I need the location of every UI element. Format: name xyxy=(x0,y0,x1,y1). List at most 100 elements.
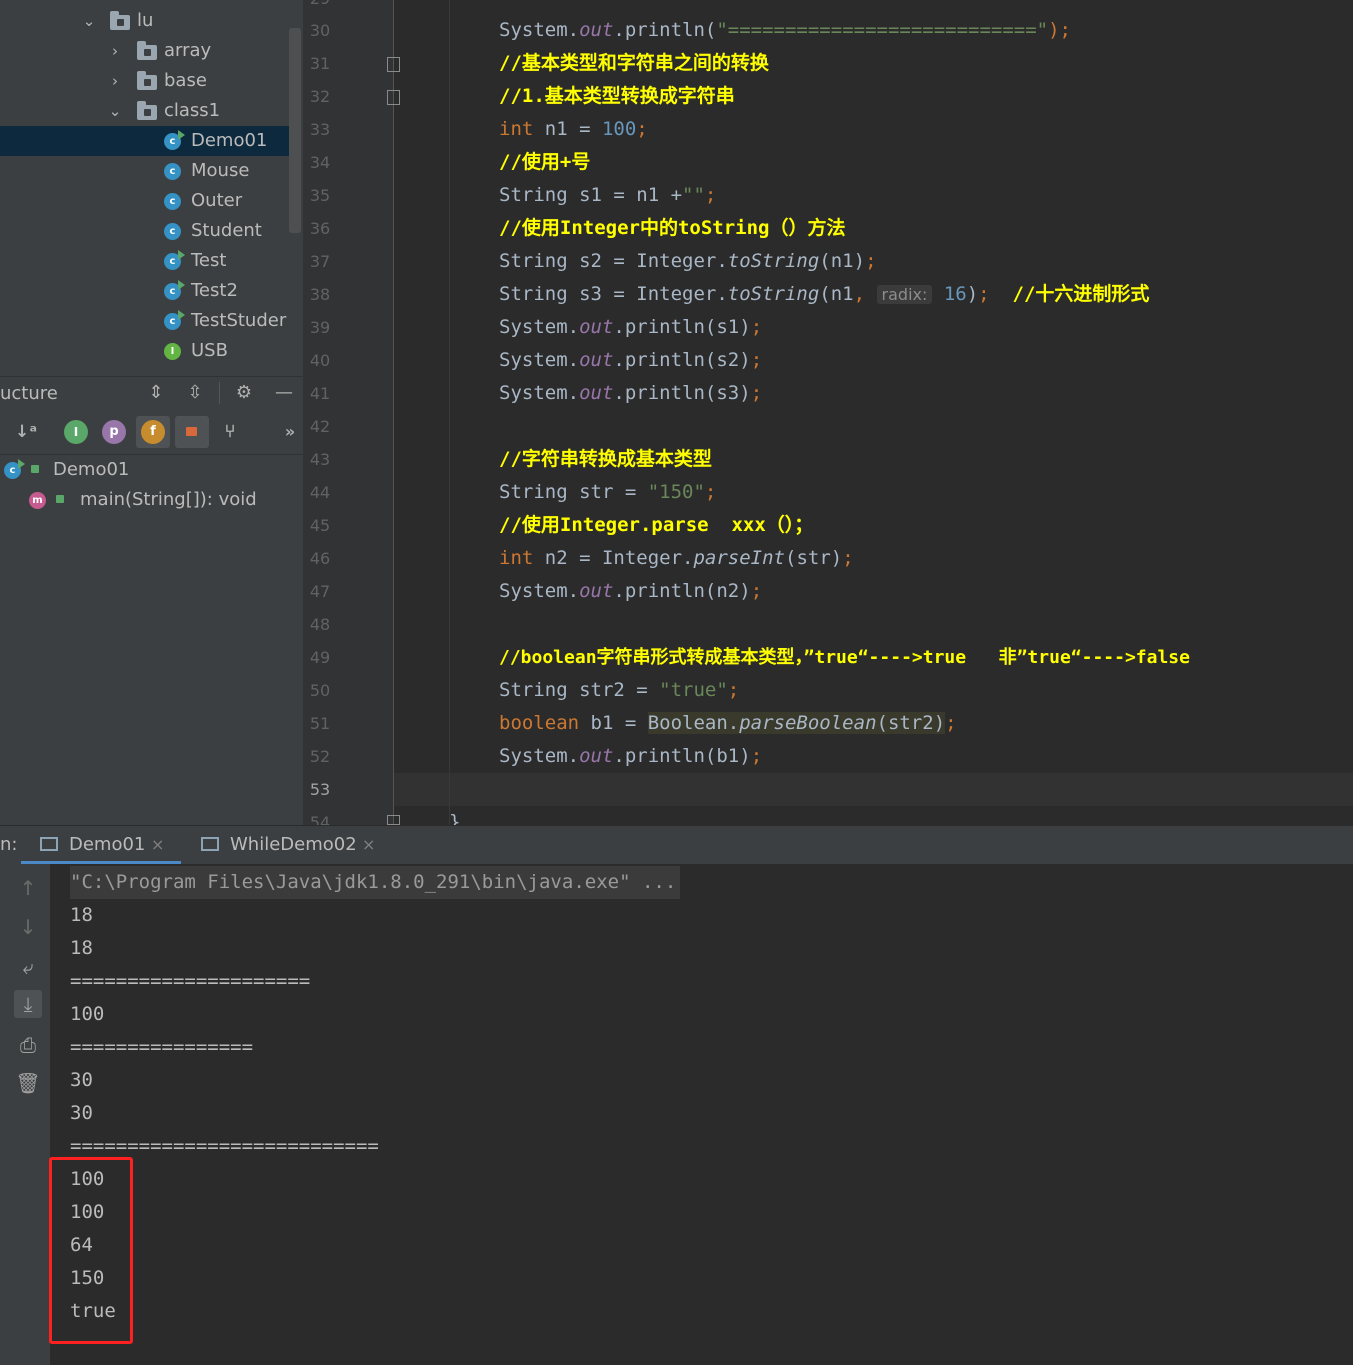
tree-item-label: Mouse xyxy=(191,160,250,181)
tree-item-label: array xyxy=(164,40,212,61)
code-line-39[interactable]: System.out.println(s1); xyxy=(499,311,762,344)
tree-item-label: Demo01 xyxy=(191,130,268,151)
parameter-hint: radix: xyxy=(876,285,933,304)
scrollbar[interactable] xyxy=(289,28,301,233)
chevron-down-icon[interactable]: ⌄ xyxy=(108,96,122,126)
structure-method-row[interactable]: m main(String[]): void xyxy=(0,485,303,515)
line-number: 30 xyxy=(309,21,331,40)
code-line-47[interactable]: System.out.println(n2); xyxy=(499,575,762,608)
line-number: 43 xyxy=(309,450,331,469)
close-icon[interactable]: × xyxy=(362,826,375,864)
line-number: 29 xyxy=(303,0,337,15)
console-output[interactable] xyxy=(50,864,1353,1365)
tree-item-student[interactable]: c Student xyxy=(0,216,289,246)
arrow-down-icon[interactable]: ↓ xyxy=(14,913,42,941)
tree-item-teststuder[interactable]: c TestStuder xyxy=(0,306,289,336)
structure-method-label: main(String[]): void xyxy=(80,489,257,510)
show-properties-icon[interactable]: p xyxy=(102,420,126,444)
show-inherited-icon[interactable]: I xyxy=(64,420,88,444)
code-line-32[interactable]: //1.基本类型转换成字符串 xyxy=(499,80,735,113)
code-line-43[interactable]: //字符串转换成基本类型 xyxy=(499,443,712,476)
tree-item-lu[interactable]: ⌄ lu xyxy=(0,6,289,36)
chevron-right-icon[interactable]: › xyxy=(108,66,122,96)
code-line-36[interactable]: //使用Integer中的toString（）方法 xyxy=(499,212,845,245)
tree-item-test[interactable]: c Test xyxy=(0,246,289,276)
structure-header: ucture ⇕ ⇳ ⚙ — xyxy=(0,376,303,410)
collapse-all-icon[interactable]: ⇳ xyxy=(183,381,207,405)
fold-marker-icon[interactable] xyxy=(387,90,400,105)
annotation-highlight-box xyxy=(49,1157,133,1344)
minimize-icon[interactable]: — xyxy=(272,381,296,405)
code-line-34[interactable]: //使用+号 xyxy=(499,146,590,179)
tree-item-label: Outer xyxy=(191,190,243,211)
code-line-30[interactable]: System.out.println("====================… xyxy=(499,14,1071,47)
line-number: 39 xyxy=(309,318,331,337)
tree-item-class1[interactable]: ⌄ class1 xyxy=(0,96,289,126)
line-number: 47 xyxy=(309,582,331,601)
gear-icon[interactable]: ⚙ xyxy=(232,381,256,405)
code-line-35[interactable]: String s1 = n1 +""; xyxy=(499,179,716,212)
indent-guide xyxy=(449,0,450,825)
tree-item-array[interactable]: › array xyxy=(0,36,289,66)
code-line-31[interactable]: //基本类型和字符串之间的转换 xyxy=(499,47,769,80)
code-line-52[interactable]: System.out.println(b1); xyxy=(499,740,762,773)
line-number: 51 xyxy=(309,714,331,733)
console-line: 100 xyxy=(70,1003,105,1025)
tree-item-usb[interactable]: I USB xyxy=(0,336,289,366)
line-number: 45 xyxy=(309,516,331,535)
tree-item-base[interactable]: › base xyxy=(0,66,289,96)
line-number: 40 xyxy=(309,351,331,370)
fold-marker-icon[interactable] xyxy=(387,815,400,825)
code-line-50[interactable]: String str2 = "true"; xyxy=(499,674,739,707)
code-line-38[interactable]: String s3 = Integer.toString(n1, radix: … xyxy=(499,278,1149,311)
show-fields-icon[interactable]: f xyxy=(141,420,165,444)
runnable-class-icon: c xyxy=(164,250,185,270)
line-number: 52 xyxy=(309,747,331,766)
line-number: 46 xyxy=(309,549,331,568)
soft-wrap-icon[interactable]: ⤶ xyxy=(14,953,42,981)
line-number: 50 xyxy=(309,681,331,700)
code-line-37[interactable]: String s2 = Integer.toString(n1); xyxy=(499,245,877,278)
expand-all-icon[interactable]: ⇕ xyxy=(144,381,168,405)
code-line-46[interactable]: int n2 = Integer.parseInt(str); xyxy=(499,542,854,575)
hierarchy-icon[interactable]: ⑂ xyxy=(218,420,242,444)
lock-icon[interactable] xyxy=(186,427,197,436)
tree-item-mouse[interactable]: c Mouse xyxy=(0,156,289,186)
chevron-down-icon[interactable]: ⌄ xyxy=(82,6,96,36)
code-line-45[interactable]: //使用Integer.parse xxx（）； xyxy=(499,509,813,542)
class-icon: c xyxy=(164,223,181,240)
console-line: ================ xyxy=(70,1036,254,1058)
scroll-to-end-icon[interactable]: ⤓ xyxy=(14,990,42,1018)
close-icon[interactable]: × xyxy=(151,826,164,864)
code-line-49[interactable]: //boolean字符串形式转成基本类型，”true“---->true 非”t… xyxy=(499,641,1190,674)
code-line-51[interactable]: boolean b1 = Boolean.parseBoolean(str2); xyxy=(499,707,957,740)
line-number: 33 xyxy=(309,120,331,139)
tab-whiledemo02[interactable]: WhileDemo02 × xyxy=(182,826,382,864)
console-icon xyxy=(201,837,219,851)
chevron-right-icon[interactable]: › xyxy=(108,36,122,66)
code-line-44[interactable]: String str = "150"; xyxy=(499,476,716,509)
code-line-40[interactable]: System.out.println(s2); xyxy=(499,344,762,377)
code-line-33[interactable]: int n1 = 100; xyxy=(499,113,648,146)
fold-marker-icon[interactable] xyxy=(387,57,400,72)
folder-icon xyxy=(110,11,130,30)
code-line-41[interactable]: System.out.println(s3); xyxy=(499,377,762,410)
divider xyxy=(219,382,220,404)
trash-icon[interactable]: 🗑 xyxy=(14,1069,42,1097)
sort-alpha-icon[interactable]: ↓ᵃ xyxy=(14,420,38,444)
structure-class-row[interactable]: c Demo01 xyxy=(0,455,303,485)
tree-item-demo01[interactable]: c Demo01 xyxy=(0,126,289,156)
tree-item-label: Test xyxy=(191,250,227,271)
tree-item-label: USB xyxy=(191,340,228,361)
tree-item-outer[interactable]: c Outer xyxy=(0,186,289,216)
code-line-54[interactable]: } xyxy=(449,806,460,825)
more-icon[interactable]: » xyxy=(278,420,302,444)
console-line: 30 xyxy=(70,1069,93,1091)
tab-demo01[interactable]: Demo01 × xyxy=(21,826,181,864)
line-number: 41 xyxy=(309,384,331,403)
print-icon[interactable]: ⎙ xyxy=(14,1031,42,1059)
tree-item-test2[interactable]: c Test2 xyxy=(0,276,289,306)
class-icon: c xyxy=(164,163,181,180)
arrow-up-icon[interactable]: ↑ xyxy=(14,874,42,902)
structure-title: ucture xyxy=(0,383,58,404)
